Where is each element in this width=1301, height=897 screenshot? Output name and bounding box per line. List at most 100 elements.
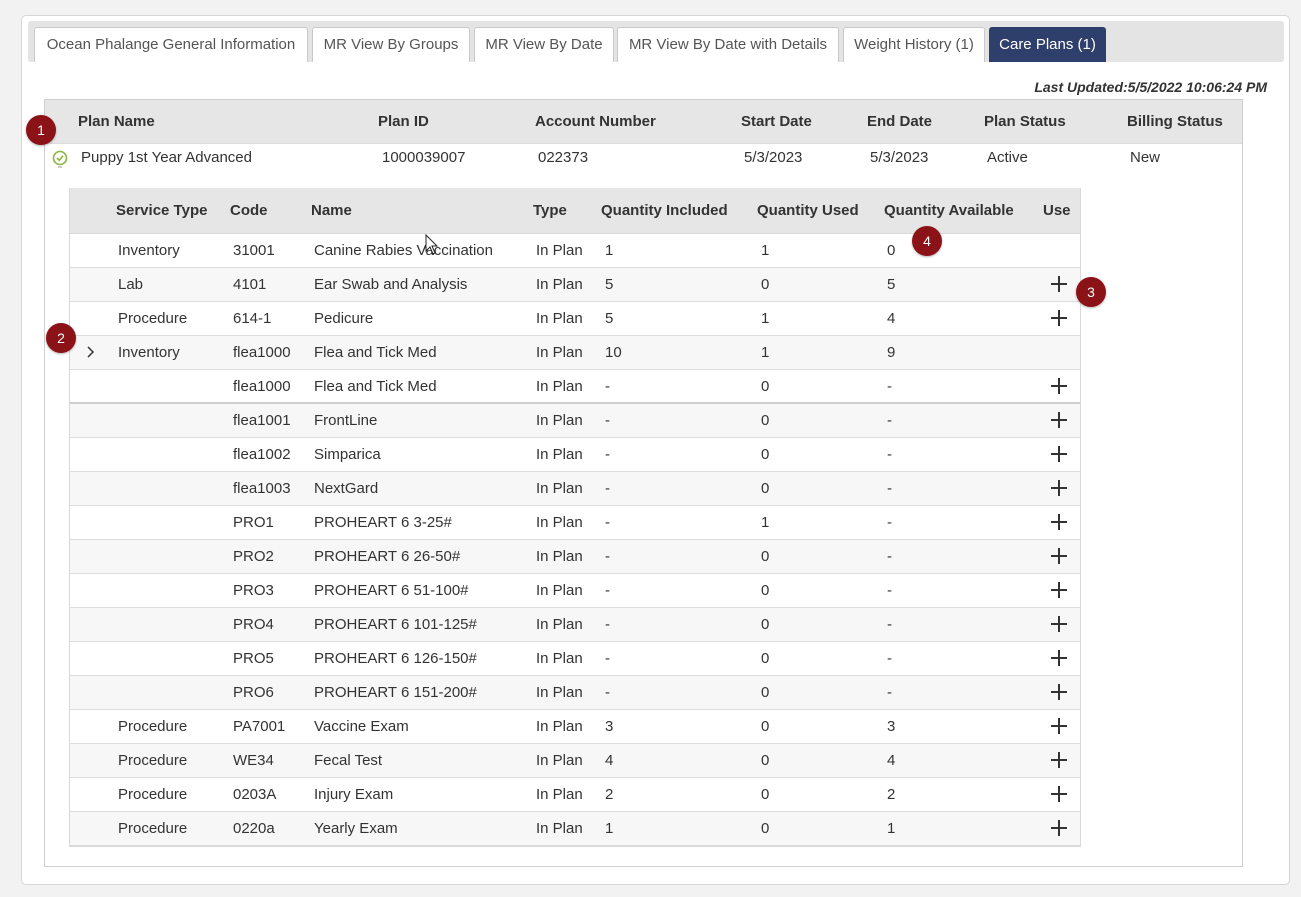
tab-mr-view-by-date[interactable]: MR View By Date	[474, 27, 614, 62]
header-quantity-included: Quantity Included	[601, 202, 728, 219]
code-cell: 0203A	[233, 786, 277, 803]
table-row: flea1000 Flea and Tick Med In Plan - 0 -	[70, 370, 1080, 404]
use-plus-icon[interactable]	[1050, 411, 1068, 429]
plan-services-table: Service Type Code Name Type Quantity Inc…	[69, 188, 1081, 847]
use-plus-icon[interactable]	[1050, 547, 1068, 565]
service-type-cell: Inventory	[118, 242, 180, 259]
use-plus-icon[interactable]	[1050, 513, 1068, 531]
care-plan-box: Plan Name Plan ID Account Number Start D…	[44, 99, 1243, 867]
header-type: Type	[533, 202, 567, 219]
tab-weight-history[interactable]: Weight History (1)	[843, 27, 985, 62]
name-cell: Vaccine Exam	[314, 718, 409, 735]
mouse-cursor-icon	[425, 234, 439, 255]
tab-care-plans[interactable]: Care Plans (1)	[989, 27, 1106, 62]
table-row: PRO1 PROHEART 6 3-25# In Plan - 1 -	[70, 506, 1080, 540]
service-type-cell: Inventory	[118, 344, 180, 361]
header-plan-name: Plan Name	[78, 113, 155, 130]
code-cell: flea1000	[233, 344, 291, 361]
use-plus-icon[interactable]	[1050, 309, 1068, 327]
use-plus-icon[interactable]	[1050, 445, 1068, 463]
code-cell: flea1003	[233, 480, 291, 497]
quantity-included-cell: 4	[605, 752, 614, 769]
use-plus-icon[interactable]	[1050, 751, 1068, 769]
quantity-used-cell: 1	[761, 310, 770, 327]
quantity-used-cell: 0	[761, 752, 770, 769]
quantity-included-cell: 5	[605, 310, 614, 327]
quantity-available-cell: -	[887, 650, 892, 667]
quantity-used-cell: 0	[761, 786, 770, 803]
check-circle-icon[interactable]	[52, 150, 68, 170]
annotation-marker-2: 2	[46, 323, 76, 353]
code-cell: flea1000	[233, 378, 291, 395]
use-plus-icon[interactable]	[1050, 785, 1068, 803]
use-plus-icon[interactable]	[1050, 717, 1068, 735]
quantity-included-cell: 3	[605, 718, 614, 735]
type-cell: In Plan	[536, 412, 583, 429]
quantity-available-cell: 9	[887, 344, 896, 361]
name-cell: Ear Swab and Analysis	[314, 276, 468, 293]
use-plus-icon[interactable]	[1050, 615, 1068, 633]
quantity-used-cell: 1	[761, 242, 770, 259]
use-plus-icon[interactable]	[1050, 275, 1068, 293]
table-row: flea1001 FrontLine In Plan - 0 -	[70, 404, 1080, 438]
quantity-used-cell: 0	[761, 276, 770, 293]
plan-status: Active	[987, 149, 1028, 166]
tab-general-information[interactable]: Ocean Phalange General Information	[34, 27, 308, 62]
header-plan-id: Plan ID	[378, 113, 429, 130]
annotation-marker-3: 3	[1076, 277, 1106, 307]
type-cell: In Plan	[536, 650, 583, 667]
quantity-available-cell: -	[887, 446, 892, 463]
name-cell: PROHEART 6 101-125#	[314, 616, 477, 633]
table-row: Procedure PA7001 Vaccine Exam In Plan 3 0 3	[70, 710, 1080, 744]
use-plus-icon[interactable]	[1050, 649, 1068, 667]
table-row: Lab 4101 Ear Swab and Analysis In Plan 5 0 5	[70, 268, 1080, 302]
quantity-included-cell: -	[605, 582, 610, 599]
code-cell: PRO4	[233, 616, 274, 633]
code-cell: PRO6	[233, 684, 274, 701]
quantity-included-cell: 1	[605, 242, 614, 259]
type-cell: In Plan	[536, 242, 583, 259]
quantity-available-cell: -	[887, 582, 892, 599]
type-cell: In Plan	[536, 582, 583, 599]
quantity-included-cell: -	[605, 480, 610, 497]
type-cell: In Plan	[536, 276, 583, 293]
use-plus-icon[interactable]	[1050, 819, 1068, 837]
quantity-used-cell: 0	[761, 412, 770, 429]
use-plus-icon[interactable]	[1050, 683, 1068, 701]
header-end-date: End Date	[867, 113, 933, 130]
use-plus-icon[interactable]	[1050, 377, 1068, 395]
type-cell: In Plan	[536, 514, 583, 531]
type-cell: In Plan	[536, 718, 583, 735]
quantity-available-cell: 3	[887, 718, 896, 735]
quantity-included-cell: -	[605, 650, 610, 667]
quantity-included-cell: -	[605, 412, 610, 429]
code-cell: 0220a	[233, 820, 275, 837]
quantity-used-cell: 0	[761, 480, 770, 497]
quantity-used-cell: 0	[761, 718, 770, 735]
quantity-included-cell: -	[605, 446, 610, 463]
name-cell: Simparica	[314, 446, 381, 463]
header-start-date: Start Date	[741, 113, 812, 130]
table-row: Inventory flea1000 Flea and Tick Med In Pla…	[70, 336, 1080, 370]
name-cell: PROHEART 6 126-150#	[314, 650, 477, 667]
use-plus-icon[interactable]	[1050, 479, 1068, 497]
quantity-used-cell: 0	[761, 548, 770, 565]
last-updated-label: Last Updated:5/5/2022 10:06:24 PM	[1034, 79, 1267, 95]
billing-status: New	[1130, 149, 1161, 166]
chevron-right-icon[interactable]	[84, 344, 96, 360]
quantity-available-cell: -	[887, 480, 892, 497]
service-type-cell: Lab	[118, 276, 144, 293]
service-type-cell: Procedure	[118, 752, 188, 769]
tab-mr-view-by-groups[interactable]: MR View By Groups	[312, 27, 470, 62]
table-row: PRO5 PROHEART 6 126-150# In Plan - 0 -	[70, 642, 1080, 676]
name-cell: Flea and Tick Med	[314, 378, 437, 395]
use-plus-icon[interactable]	[1050, 581, 1068, 599]
tab-mr-view-by-date-details[interactable]: MR View By Date with Details	[617, 27, 839, 62]
quantity-available-cell: 0	[887, 242, 896, 259]
quantity-available-cell: -	[887, 412, 892, 429]
name-cell: PROHEART 6 3-25#	[314, 514, 452, 531]
type-cell: In Plan	[536, 548, 583, 565]
name-cell: PROHEART 6 26-50#	[314, 548, 461, 565]
code-cell: 614-1	[233, 310, 272, 327]
code-cell: 31001	[233, 242, 275, 259]
